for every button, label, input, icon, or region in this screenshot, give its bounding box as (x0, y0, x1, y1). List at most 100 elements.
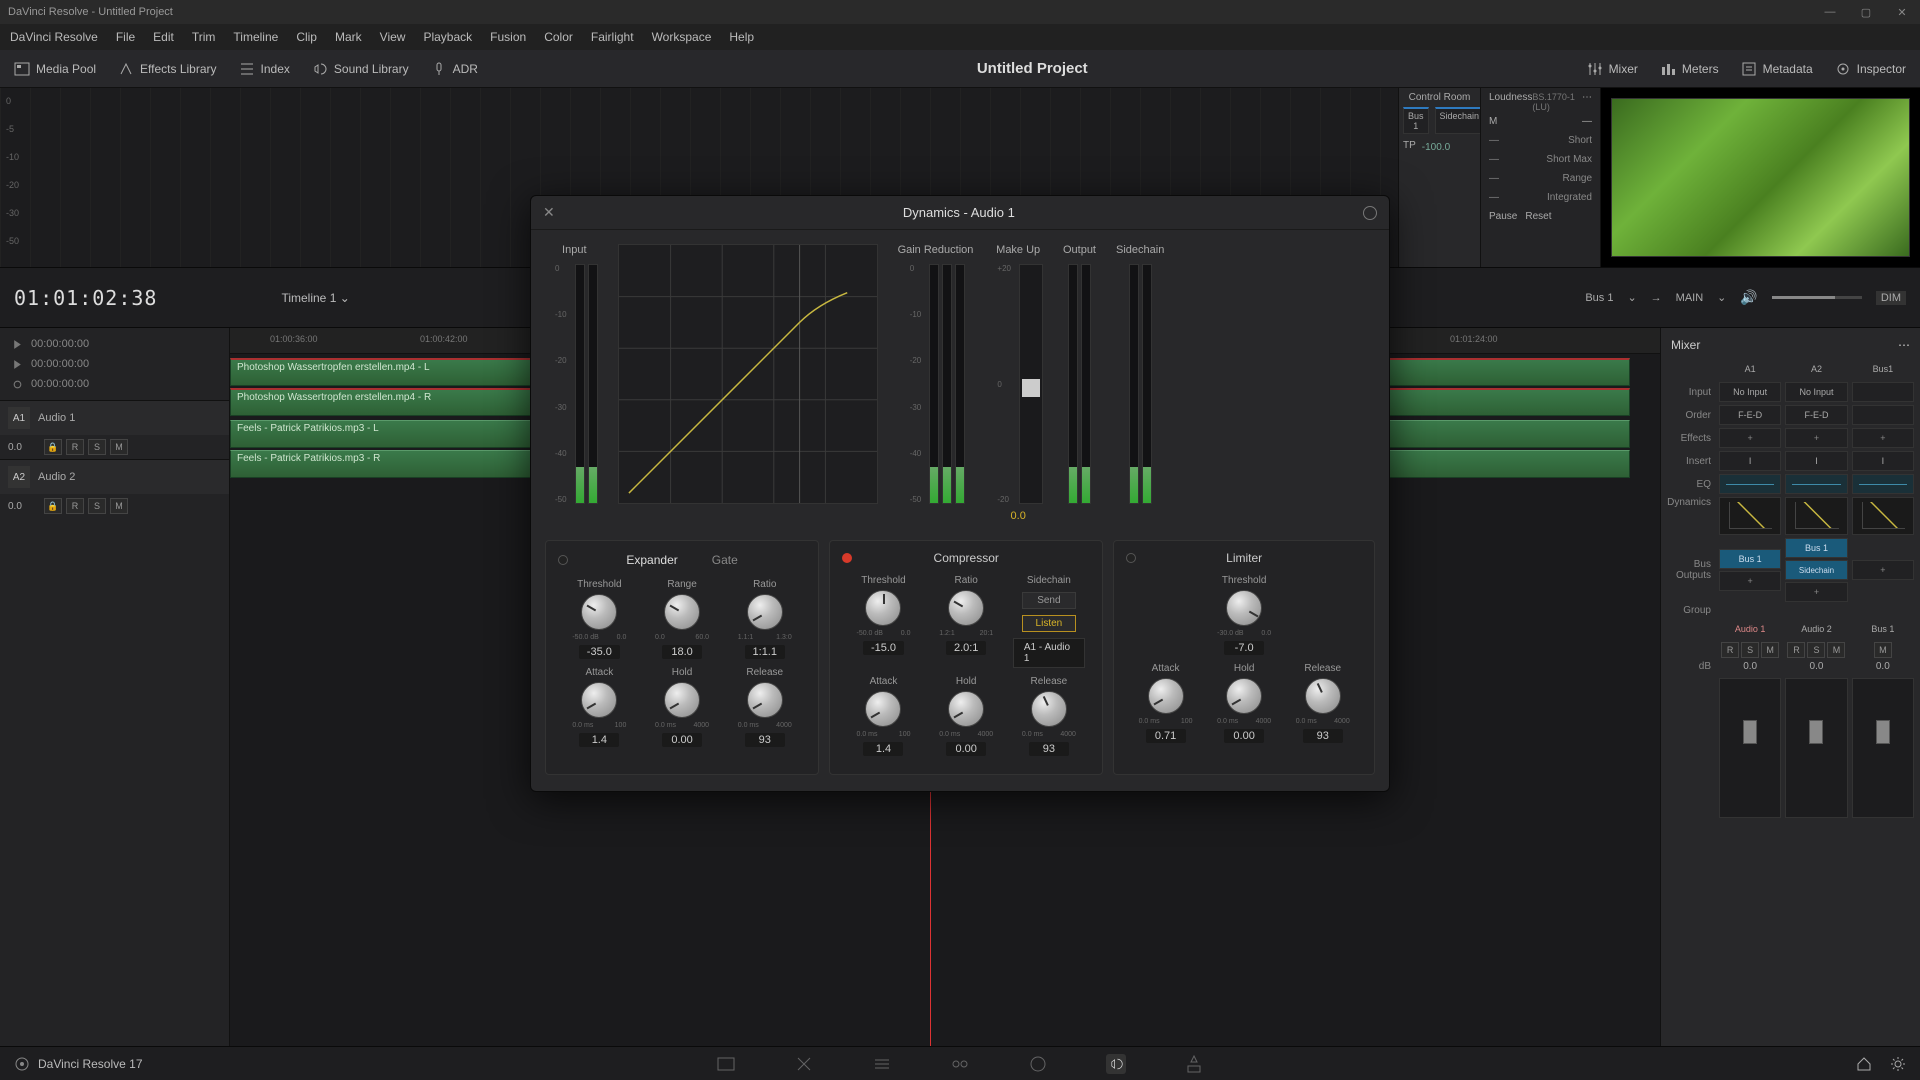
bus-sidechain[interactable]: Sidechain (1785, 560, 1847, 580)
knob-value[interactable]: 93 (1303, 729, 1343, 743)
lock-icon[interactable]: 🔒 (44, 498, 62, 514)
order-cell[interactable]: F-E-D (1785, 405, 1847, 425)
effects-add[interactable]: + (1852, 428, 1914, 448)
exp-hold-knob[interactable] (664, 682, 700, 718)
volume-slider[interactable] (1772, 296, 1862, 299)
menu-view[interactable]: View (380, 30, 406, 44)
lim-release-knob[interactable] (1305, 678, 1341, 714)
meters-toggle[interactable]: Meters (1660, 61, 1719, 77)
menu-timeline[interactable]: Timeline (233, 30, 278, 44)
knob-value[interactable]: 0.00 (946, 742, 986, 756)
edit-page-icon[interactable] (872, 1054, 892, 1074)
eq-cell[interactable] (1719, 474, 1781, 494)
dialog-reset-icon[interactable] (1363, 206, 1377, 220)
media-pool-toggle[interactable]: Media Pool (14, 61, 96, 77)
expander-tab[interactable]: Expander (616, 551, 687, 569)
menu-workspace[interactable]: Workspace (652, 30, 712, 44)
knob-value[interactable]: 0.71 (1146, 729, 1186, 743)
eq-cell[interactable] (1785, 474, 1847, 494)
fader-a1[interactable] (1719, 678, 1781, 818)
track-a2-header[interactable]: A2 Audio 2 (0, 459, 229, 494)
knob-value[interactable]: 1.4 (579, 733, 619, 747)
cr-sidechain[interactable]: Sidechain (1435, 107, 1485, 134)
effects-library-toggle[interactable]: Effects Library (118, 61, 216, 77)
strip-m[interactable]: M (1827, 642, 1845, 658)
speaker-icon[interactable]: 🔊 (1740, 289, 1757, 306)
knob-value[interactable]: -15.0 (863, 641, 904, 655)
strip-name[interactable]: Bus 1 (1852, 619, 1914, 639)
fader-val[interactable]: 0.0 (1785, 661, 1847, 672)
knob-value[interactable]: 0.00 (662, 733, 702, 747)
menu-help[interactable]: Help (729, 30, 754, 44)
comp-release-knob[interactable] (1031, 691, 1067, 727)
strip-s[interactable]: S (1741, 642, 1759, 658)
strip-name[interactable]: Audio 2 (1785, 619, 1847, 639)
fader-val[interactable]: 0.0 (1719, 661, 1781, 672)
mute-button[interactable]: M (110, 498, 128, 514)
tc-row[interactable]: 00:00:00:00 (6, 354, 223, 374)
lim-hold-knob[interactable] (1226, 678, 1262, 714)
mixer-menu-icon[interactable]: ⋯ (1898, 338, 1910, 352)
solo-button[interactable]: S (88, 439, 106, 455)
cr-bus[interactable]: Bus 1 (1403, 107, 1429, 134)
strip-r[interactable]: R (1787, 642, 1805, 658)
input-cell[interactable]: No Input (1719, 382, 1781, 402)
metadata-toggle[interactable]: Metadata (1741, 61, 1813, 77)
minimize-button[interactable]: — (1820, 6, 1840, 19)
knob-value[interactable]: 2.0:1 (946, 641, 986, 655)
tc-row[interactable]: 00:00:00:00 (6, 334, 223, 354)
lim-threshold-knob[interactable] (1226, 590, 1262, 626)
strip-name[interactable]: Audio 1 (1719, 619, 1781, 639)
loudness-reset[interactable]: Reset (1525, 211, 1551, 222)
fader-a2[interactable] (1785, 678, 1847, 818)
mixer-toggle[interactable]: Mixer (1587, 61, 1638, 77)
strip-r[interactable]: R (1721, 642, 1739, 658)
knob-value[interactable]: -35.0 (579, 645, 620, 659)
knob-value[interactable]: 1.4 (863, 742, 903, 756)
makeup-value[interactable]: 0.0 (1011, 510, 1026, 522)
track-a1-header[interactable]: A1 Audio 1 (0, 400, 229, 435)
fader-bus1[interactable] (1852, 678, 1914, 818)
menu-edit[interactable]: Edit (153, 30, 174, 44)
exp-range-knob[interactable] (664, 594, 700, 630)
limiter-enable-toggle[interactable] (1126, 553, 1136, 563)
media-page-icon[interactable] (716, 1054, 736, 1074)
strip-s[interactable]: S (1807, 642, 1825, 658)
gate-tab[interactable]: Gate (702, 551, 748, 569)
exp-ratio-knob[interactable] (747, 594, 783, 630)
knob-value[interactable]: 0.00 (1224, 729, 1264, 743)
knob-value[interactable]: 93 (1029, 742, 1069, 756)
solo-button[interactable]: S (88, 498, 106, 514)
effects-add[interactable]: + (1719, 428, 1781, 448)
bus-add[interactable]: + (1852, 560, 1914, 580)
comp-ratio-knob[interactable] (948, 590, 984, 626)
effects-add[interactable]: + (1785, 428, 1847, 448)
bus-out[interactable]: Bus 1 (1719, 549, 1781, 569)
fusion-page-icon[interactable] (950, 1054, 970, 1074)
dynamics-cell[interactable] (1719, 497, 1781, 535)
lock-icon[interactable]: 🔒 (44, 439, 62, 455)
color-page-icon[interactable] (1028, 1054, 1048, 1074)
cut-page-icon[interactable] (794, 1054, 814, 1074)
monitor-main[interactable]: MAIN (1676, 292, 1704, 304)
makeup-slider[interactable] (1019, 264, 1043, 504)
inspector-toggle[interactable]: Inspector (1835, 61, 1906, 77)
loudness-standard[interactable]: BS.1770-1 (LU) (1532, 92, 1582, 112)
input-cell[interactable]: No Input (1785, 382, 1847, 402)
comp-hold-knob[interactable] (948, 691, 984, 727)
expander-enable-toggle[interactable] (558, 555, 568, 565)
insert-cell[interactable]: I (1785, 451, 1847, 471)
mute-button[interactable]: M (110, 439, 128, 455)
menu-clip[interactable]: Clip (296, 30, 317, 44)
sidechain-listen-button[interactable]: Listen (1022, 615, 1076, 632)
order-cell[interactable]: F-E-D (1719, 405, 1781, 425)
loudness-pause[interactable]: Pause (1489, 211, 1517, 222)
dim-button[interactable]: DIM (1876, 291, 1906, 305)
dynamics-cell[interactable] (1785, 497, 1847, 535)
dialog-close-icon[interactable]: ✕ (543, 204, 555, 221)
dynamics-cell[interactable] (1852, 497, 1914, 535)
strip-m[interactable]: M (1874, 642, 1892, 658)
comp-attack-knob[interactable] (865, 691, 901, 727)
index-toggle[interactable]: Index (239, 61, 290, 77)
record-button[interactable]: R (66, 439, 84, 455)
